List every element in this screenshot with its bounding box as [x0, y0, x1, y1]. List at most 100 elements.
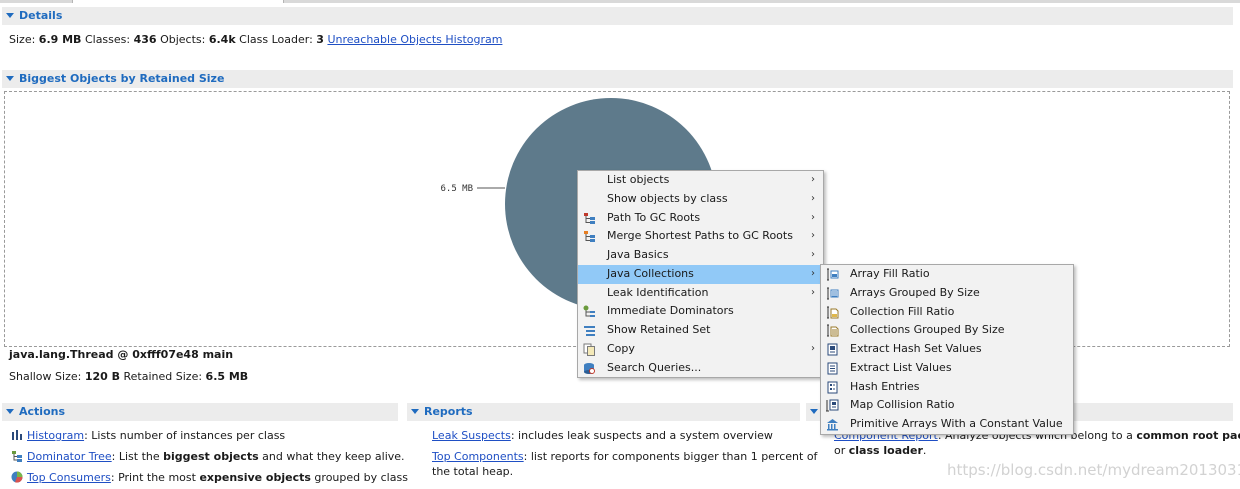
size-label: Size: [9, 33, 36, 46]
collections-grouped-icon [827, 324, 839, 337]
top-consumers-icon [11, 471, 23, 483]
biggest-objects-section-header[interactable]: Biggest Objects by Retained Size [2, 70, 1233, 88]
menu-item-search-queries[interactable]: Search Queries... [578, 359, 823, 378]
consumers-description-end: grouped by class [310, 471, 408, 484]
merge-paths-icon [584, 231, 595, 243]
histogram-description: : Lists number of instances per class [84, 429, 286, 442]
reports-section-header[interactable]: Reports [407, 403, 800, 421]
top-tab-strip [0, 0, 1240, 3]
menu-item-label: List objects [607, 173, 670, 186]
context-menu: List objects › Show objects by class › Pat… [577, 170, 824, 379]
objects-value: 6.4k [208, 33, 236, 46]
menu-item-immediate-dominators[interactable]: Immediate Dominators [578, 302, 823, 321]
action-histogram: Histogram: Lists number of instances per… [11, 429, 285, 443]
menu-item-show-objects-by-class[interactable]: Show objects by class › [578, 190, 823, 209]
dominator-tree-icon [12, 451, 22, 462]
shallow-size-value: 120 B [84, 370, 121, 383]
submenu-arrow-icon: › [811, 230, 815, 242]
details-title: Details [19, 9, 63, 22]
size-value: 6.9 MB [38, 33, 82, 46]
submenu-item-collection-fill-ratio[interactable]: Collection Fill Ratio [821, 303, 1073, 322]
primitive-arrays-icon [827, 419, 838, 431]
hash-set-icon [827, 343, 838, 356]
submenu-item-extract-list-values[interactable]: Extract List Values [821, 359, 1073, 378]
submenu-arrow-icon: › [811, 174, 815, 185]
submenu-arrow-icon: › [811, 267, 815, 279]
submenu-item-primitive-arrays-constant[interactable]: Primitive Arrays With a Constant Value [821, 415, 1073, 434]
shallow-size-label: Shallow Size: [9, 370, 82, 383]
report-top-components-cont: the total heap. [432, 465, 514, 478]
submenu-arrow-icon: › [811, 192, 815, 204]
path-icon [584, 212, 595, 224]
dominator-description-bold: biggest objects [163, 450, 259, 463]
menu-item-label: Search Queries... [607, 360, 702, 374]
menu-item-copy[interactable]: Copy › [578, 340, 823, 359]
submenu-item-label: Hash Entries [850, 379, 920, 393]
pie-slice-label: 6.5 MB [440, 184, 473, 194]
menu-item-merge-shortest-paths[interactable]: Merge Shortest Paths to GC Roots › [578, 227, 823, 246]
classes-label: Classes: [84, 33, 131, 46]
menu-item-leak-identification[interactable]: Leak Identification › [578, 284, 823, 303]
collapse-triangle-icon [6, 409, 14, 414]
menu-item-show-retained-set[interactable]: Show Retained Set [578, 321, 823, 340]
actions-title: Actions [19, 405, 65, 418]
menu-item-label: Show objects by class [607, 191, 728, 205]
reports-title: Reports [424, 405, 473, 418]
submenu-arrow-icon: › [811, 249, 815, 260]
submenu-item-extract-hash-set-values[interactable]: Extract Hash Set Values [821, 340, 1073, 359]
menu-item-label: Leak Identification [607, 285, 709, 299]
dominators-icon [583, 305, 595, 318]
search-queries-icon [584, 362, 595, 374]
menu-item-list-objects[interactable]: List objects › [578, 171, 823, 190]
menu-item-java-basics[interactable]: Java Basics › [578, 246, 823, 265]
classes-value: 436 [133, 33, 157, 46]
retained-size-label: Retained Size: [123, 370, 203, 383]
dominator-description: : List the [111, 450, 164, 463]
menu-item-label: Copy [607, 341, 635, 355]
component-report-bold: common root package [1136, 429, 1240, 442]
report-top-components: Top Components: list reports for compone… [432, 450, 817, 464]
map-collision-icon [826, 399, 839, 412]
details-summary: Size: 6.9 MB Classes: 436 Objects: 6.4k … [9, 33, 502, 47]
dominator-tree-link[interactable]: Dominator Tree [27, 450, 112, 463]
collapse-triangle-icon [6, 76, 14, 81]
copy-icon [583, 343, 595, 356]
hash-entries-icon [827, 381, 838, 393]
step-component-report-cont: or class loader. [834, 444, 926, 458]
component-report-bold-2: class loader [848, 444, 923, 457]
top-consumers-link[interactable]: Top Consumers [27, 471, 111, 484]
list-values-icon [827, 362, 838, 375]
leak-suspects-description: : includes leak suspects and a system ov… [510, 429, 773, 442]
histogram-link[interactable]: Histogram [27, 429, 84, 442]
submenu-item-label: Array Fill Ratio [850, 267, 930, 280]
submenu-item-label: Primitive Arrays With a Constant Value [850, 417, 1063, 430]
report-leak-suspects: Leak Suspects: includes leak suspects an… [432, 429, 773, 443]
submenu-item-hash-entries[interactable]: Hash Entries [821, 378, 1073, 397]
leak-suspects-link[interactable]: Leak Suspects [432, 429, 511, 442]
active-tab-edge[interactable] [72, 0, 284, 3]
submenu-item-label: Extract List Values [850, 360, 952, 374]
submenu-item-label: Extract Hash Set Values [850, 342, 982, 355]
menu-item-path-to-gc-roots[interactable]: Path To GC Roots › [578, 209, 823, 228]
submenu-item-arrays-grouped-by-size[interactable]: Arrays Grouped By Size [821, 284, 1073, 303]
menu-item-label: Java Collections [607, 266, 694, 280]
submenu-arrow-icon: › [811, 286, 815, 298]
actions-section-header[interactable]: Actions [2, 403, 398, 421]
unreachable-objects-histogram-link[interactable]: Unreachable Objects Histogram [327, 33, 502, 46]
submenu-item-label: Arrays Grouped By Size [850, 285, 980, 299]
menu-item-java-collections[interactable]: Java Collections › [578, 264, 823, 284]
selected-object-sizes: Shallow Size: 120 B Retained Size: 6.5 M… [9, 370, 248, 384]
retained-set-icon [584, 326, 595, 336]
menu-item-label: Show Retained Set [607, 323, 711, 336]
collection-fill-icon [827, 306, 839, 318]
watermark: https://blog.csdn.net/mydream20130314 [947, 461, 1240, 479]
menu-item-label: Merge Shortest Paths to GC Roots [607, 229, 793, 243]
selected-object-title: java.lang.Thread @ 0xfff07e48 main [9, 348, 234, 361]
menu-item-label: Immediate Dominators [607, 304, 734, 318]
details-section-header[interactable]: Details [2, 7, 1233, 25]
submenu-item-collections-grouped-by-size[interactable]: Collections Grouped By Size [821, 321, 1073, 340]
submenu-item-label: Collections Grouped By Size [850, 323, 1005, 337]
top-components-link[interactable]: Top Components [432, 450, 524, 463]
submenu-item-array-fill-ratio[interactable]: Array Fill Ratio [821, 265, 1073, 284]
submenu-item-map-collision-ratio[interactable]: Map Collision Ratio [821, 396, 1073, 415]
